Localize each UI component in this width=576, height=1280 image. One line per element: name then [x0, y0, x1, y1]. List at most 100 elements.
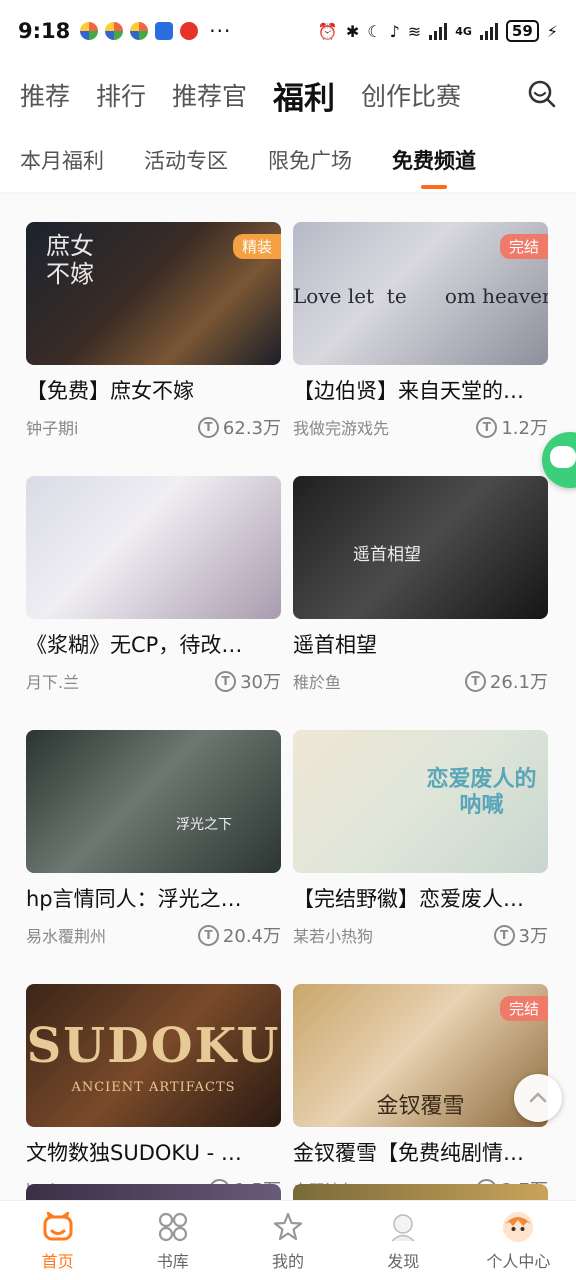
nav-discover[interactable]: 发现 [346, 1201, 461, 1280]
next-row-partial [26, 1184, 548, 1200]
card-cover[interactable]: 金钗覆雪 完结 [293, 984, 548, 1127]
text-count-icon: T [476, 416, 498, 438]
status-bar: 9:18 ··· ⏰ ✱ ☾ ♪ ≋ 4G 59 ⚡ [0, 0, 576, 62]
card-cover[interactable]: 庶女不嫁 精装 [26, 222, 281, 365]
card-cover[interactable]: SUDOKU ANCIENT ARTIFACTS [26, 984, 281, 1127]
more-notifications-icon: ··· [209, 19, 232, 43]
card-cover[interactable]: 遥首相望 [293, 476, 548, 619]
battery-indicator: 59 [505, 20, 539, 42]
nav-library[interactable]: 书库 [115, 1201, 230, 1280]
story-card[interactable]: SUDOKU ANCIENT ARTIFACTS 文物数独SUDOKU - … … [26, 984, 281, 1200]
read-count-value: 62.3万 [222, 418, 281, 439]
subtab-free-channel[interactable]: 免费频道 [392, 145, 476, 189]
sub-nav: 本月福利 活动专区 限免广场 免费频道 [0, 128, 576, 192]
text-count-icon: T [197, 416, 219, 438]
tab-creation-contest[interactable]: 创作比赛 [361, 77, 461, 113]
partial-card-cover[interactable] [293, 1184, 548, 1200]
cover-art-text: SUDOKU [26, 1018, 281, 1074]
search-icon[interactable] [526, 78, 558, 110]
read-count-value: 1.2万 [501, 418, 548, 439]
cover-art-text: 恋爱废人的呐喊 [426, 766, 537, 818]
story-card[interactable]: 浮光之下 hp言情同人：浮光之… 易水覆荆州 T 20.4万 [26, 730, 281, 948]
card-title[interactable]: 金钗覆雪【免费纯剧情… [293, 1138, 548, 1168]
nav-library-label: 书库 [156, 1251, 189, 1271]
card-meta: 钟子期i T 62.3万 [26, 414, 281, 440]
read-count-value: 26.1万 [489, 672, 548, 693]
card-author: 某若小热狗 [293, 927, 374, 946]
read-count-value: 30万 [240, 672, 281, 693]
story-card[interactable]: 《浆糊》无CP，待改… 月下.兰 T 30万 [26, 476, 281, 694]
bottom-nav: 首页 书库 我的 发现 个人中心 [0, 1200, 576, 1280]
card-title[interactable]: 文物数独SUDOKU - … [26, 1138, 281, 1168]
home-icon [43, 1211, 73, 1240]
tab-recommend[interactable]: 推荐 [20, 77, 70, 113]
text-count-icon: T [215, 670, 237, 692]
card-meta: 我做完游戏先 T 1.2万 [293, 414, 548, 440]
back-to-top-button[interactable] [514, 1074, 562, 1122]
card-grid: 庶女不嫁 精装 【免费】庶女不嫁 钟子期i T 62.3万 Love let te… [26, 222, 548, 1200]
nav-home[interactable]: 首页 [0, 1201, 115, 1280]
card-title[interactable]: 遥首相望 [293, 630, 548, 660]
card-cover[interactable] [26, 476, 281, 619]
card-title[interactable]: 【免费】庶女不嫁 [26, 376, 281, 406]
tab-welfare[interactable]: 福利 [273, 73, 335, 118]
star-icon [273, 1212, 303, 1240]
partial-card-cover[interactable] [26, 1184, 281, 1200]
card-cover[interactable]: 浮光之下 [26, 730, 281, 873]
top-nav: 推荐 排行 推荐官 福利 创作比赛 [0, 62, 576, 128]
alarm-icon: ⏰ [317, 21, 338, 41]
card-read-count: T 1.2万 [476, 414, 548, 440]
app-notification-icon [155, 22, 174, 40]
mute-icon: ♪ [389, 21, 400, 41]
story-card[interactable]: 遥首相望 遥首相望 稚於鱼 T 26.1万 [293, 476, 548, 694]
cover-art-text: 浮光之下 [176, 817, 232, 833]
card-read-count: T 20.4万 [197, 922, 281, 948]
wifi-icon: ≋ [407, 21, 422, 41]
story-card[interactable]: Love let te om heaven 完结 【边伯贤】来自天堂的… 我做完… [293, 222, 548, 440]
read-count-value: 20.4万 [222, 926, 281, 947]
cover-art-text: 庶女不嫁 [46, 232, 94, 288]
weibo-icon [180, 22, 199, 40]
card-cover[interactable]: 恋爱废人的呐喊 [293, 730, 548, 873]
cover-art-text: 遥首相望 [353, 545, 421, 565]
card-read-count: T 30万 [215, 668, 281, 694]
bluetooth-icon: ✱ [345, 21, 360, 41]
story-card[interactable]: 恋爱废人的呐喊 【完结野徽】恋爱废人… 某若小热狗 T 3万 [293, 730, 548, 948]
content-list[interactable]: 庶女不嫁 精装 【免费】庶女不嫁 钟子期i T 62.3万 Love let te… [0, 194, 576, 1200]
card-cover[interactable]: Love let te om heaven 完结 [293, 222, 548, 365]
card-title[interactable]: 《浆糊》无CP，待改… [26, 630, 281, 660]
subtab-events[interactable]: 活动专区 [144, 145, 228, 175]
grid-circles-icon [158, 1212, 187, 1241]
discover-avatar-icon [391, 1213, 415, 1242]
card-read-count: T 26.1万 [464, 668, 548, 694]
card-title[interactable]: 【完结野徽】恋爱废人… [293, 884, 548, 914]
nav-home-label: 首页 [41, 1251, 74, 1271]
card-author: 易水覆荆州 [26, 927, 107, 946]
charging-icon: ⚡ [546, 21, 558, 41]
text-count-icon: T [493, 924, 515, 946]
story-card[interactable]: 金钗覆雪 完结 金钗覆雪【免费纯剧情… 白羽流年 T2.7万 [293, 984, 548, 1200]
text-count-icon: T [464, 670, 486, 692]
app-notification-icon [80, 22, 99, 40]
cover-subtitle-text: ANCIENT ARTIFACTS [71, 1080, 236, 1095]
nav-profile-label: 个人中心 [486, 1251, 551, 1271]
signal-icon [429, 22, 448, 40]
card-read-count: T 62.3万 [197, 414, 281, 440]
subtab-monthly-welfare[interactable]: 本月福利 [20, 145, 104, 175]
status-time: 9:18 [18, 19, 71, 43]
card-title[interactable]: hp言情同人：浮光之… [26, 884, 281, 914]
card-author: 钟子期i [26, 419, 79, 438]
subtab-limited-free[interactable]: 限免广场 [268, 145, 352, 175]
nav-discover-label: 发现 [387, 1251, 420, 1271]
chat-bubble-icon [550, 446, 576, 468]
tab-recommender[interactable]: 推荐官 [172, 77, 247, 113]
card-title[interactable]: 【边伯贤】来自天堂的… [293, 376, 548, 406]
nav-profile[interactable]: 个人中心 [461, 1201, 576, 1280]
moon-icon: ☾ [367, 21, 382, 41]
story-card[interactable]: 庶女不嫁 精装 【免费】庶女不嫁 钟子期i T 62.3万 [26, 222, 281, 440]
nav-mine[interactable]: 我的 [230, 1201, 345, 1280]
network-type: 4G [455, 24, 472, 38]
badge-deluxe: 精装 [232, 234, 281, 259]
chevron-up-icon [529, 1092, 547, 1103]
tab-ranking[interactable]: 排行 [96, 77, 146, 113]
